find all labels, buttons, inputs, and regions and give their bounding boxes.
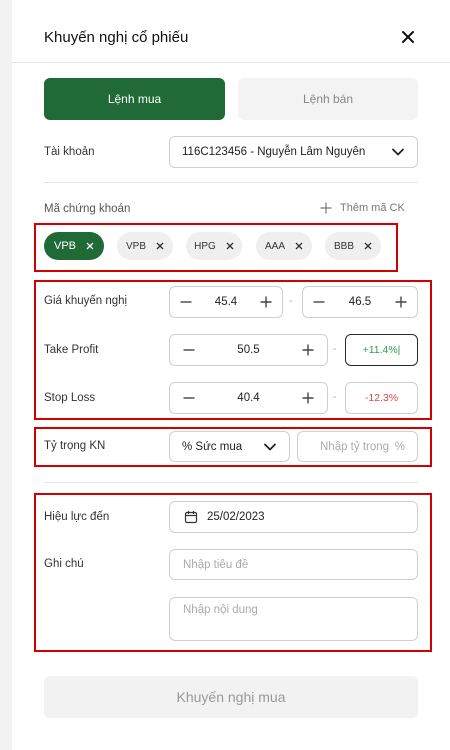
plus-icon <box>320 202 332 214</box>
stop-loss-stepper[interactable]: 40.4 <box>169 382 328 414</box>
add-stock-button[interactable]: Thêm mã CK <box>320 202 405 214</box>
calendar-icon <box>184 511 198 524</box>
page-title: Khuyến nghị cổ phiếu <box>44 29 189 46</box>
account-label: Tài khoản <box>44 146 95 158</box>
plus-icon[interactable] <box>395 296 407 308</box>
stock-label: Mã chứng khoán <box>44 203 131 215</box>
account-select[interactable]: 116C123456 - Nguyễn Lâm Nguyên <box>169 136 418 168</box>
note-content-textarea[interactable]: Nhập nội dung <box>169 597 418 641</box>
stock-chip-label: BBB <box>333 240 354 252</box>
chevron-down-icon <box>264 443 276 450</box>
price-max-value[interactable]: 46.5 <box>349 296 371 308</box>
close-icon[interactable] <box>364 242 372 250</box>
stock-chip[interactable]: VPB <box>44 232 104 260</box>
tab-sell[interactable]: Lệnh bán <box>238 78 418 120</box>
minus-icon[interactable] <box>183 392 195 404</box>
take-profit-percent[interactable]: +11.4%| <box>345 334 418 366</box>
note-title-placeholder: Nhập tiêu đề <box>183 558 249 571</box>
price-min-value[interactable]: 45.4 <box>215 296 237 308</box>
ratio-input[interactable]: Nhập tỷ trọng % <box>297 431 418 462</box>
stock-chip[interactable]: AAA <box>256 232 312 260</box>
account-value: 116C123456 - Nguyễn Lâm Nguyên <box>182 146 366 158</box>
ratio-input-placeholder: Nhập tỷ trọng <box>320 440 390 453</box>
account-divider <box>44 182 418 183</box>
take-profit-label: Take Profit <box>44 344 99 356</box>
note-content-placeholder: Nhập nội dung <box>183 604 258 616</box>
ratio-select[interactable]: % Sức mua <box>169 431 290 462</box>
price-label: Giá khuyến nghị <box>44 295 128 307</box>
close-icon[interactable] <box>226 242 234 250</box>
stock-chip[interactable]: VPB <box>117 232 173 260</box>
stop-loss-value[interactable]: 40.4 <box>237 392 259 404</box>
price-min-stepper[interactable]: 45.4 <box>169 286 283 318</box>
price-max-stepper[interactable]: 46.5 <box>302 286 418 318</box>
section-divider <box>44 482 418 483</box>
ratio-select-value: % Sức mua <box>182 440 243 453</box>
validity-label: Hiệu lực đến <box>44 511 110 523</box>
note-title-input[interactable]: Nhập tiêu đề <box>169 549 418 580</box>
header-divider <box>12 62 450 63</box>
ratio-unit: % <box>394 440 405 453</box>
range-separator: - <box>289 295 293 307</box>
validity-date-value: 25/02/2023 <box>207 511 265 523</box>
close-icon[interactable] <box>400 29 416 45</box>
take-profit-stepper[interactable]: 50.5 <box>169 334 328 366</box>
stock-chip-label: VPB <box>53 240 76 252</box>
stock-chip-label: AAA <box>264 240 285 252</box>
pct-separator: - <box>333 343 337 355</box>
plus-icon[interactable] <box>302 344 314 356</box>
close-icon[interactable] <box>156 242 164 250</box>
plus-icon[interactable] <box>302 392 314 404</box>
stop-loss-label: Stop Loss <box>44 392 96 404</box>
stop-loss-percent[interactable]: -12.3% <box>345 382 418 414</box>
stock-chip[interactable]: BBB <box>325 232 381 260</box>
minus-icon[interactable] <box>180 296 192 308</box>
plus-icon[interactable] <box>260 296 272 308</box>
stock-chip-label: HPG <box>194 240 216 252</box>
validity-date-field[interactable]: 25/02/2023 <box>169 501 418 533</box>
close-icon[interactable] <box>86 242 94 250</box>
stock-chip[interactable]: HPG <box>186 232 242 260</box>
take-profit-value[interactable]: 50.5 <box>237 344 259 356</box>
minus-icon[interactable] <box>183 344 195 356</box>
minus-icon[interactable] <box>313 296 325 308</box>
chevron-down-icon <box>392 148 404 156</box>
stock-chip-label: VPB <box>125 240 146 252</box>
ratio-label: Tỷ trọng KN <box>44 440 106 452</box>
close-icon[interactable] <box>295 242 303 250</box>
note-label: Ghi chú <box>44 558 84 570</box>
add-stock-label: Thêm mã CK <box>340 202 405 214</box>
pct-separator: - <box>333 391 337 403</box>
submit-button[interactable]: Khuyến nghị mua <box>44 676 418 718</box>
tab-buy[interactable]: Lệnh mua <box>44 78 225 120</box>
